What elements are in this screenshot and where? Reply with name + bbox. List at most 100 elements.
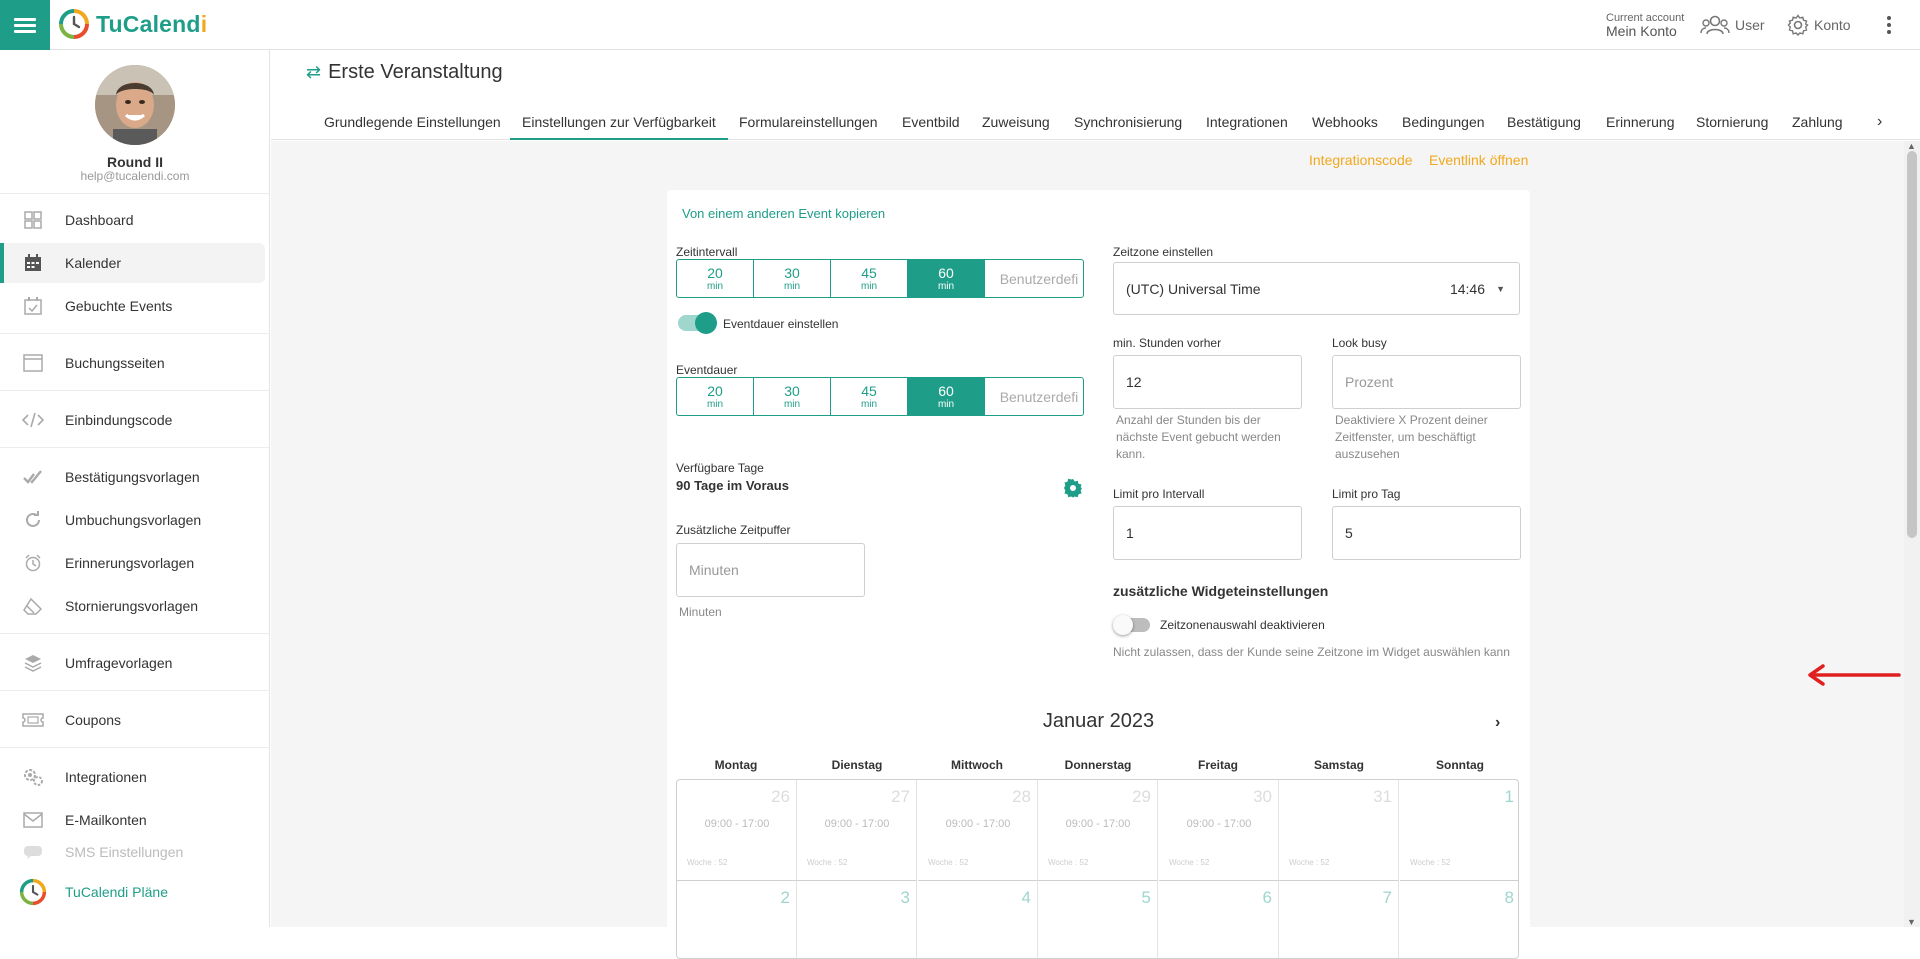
tab-formulareinstellungen[interactable]: Formulareinstellungen	[739, 104, 878, 140]
integrationscode-link[interactable]: Integrationscode	[1309, 152, 1413, 168]
ticket-icon	[21, 713, 44, 727]
calendar-day[interactable]: 7	[1279, 881, 1399, 958]
calendar-day[interactable]: 31 Woche : 52	[1279, 780, 1399, 881]
sidebar-item-label: Kalender	[65, 255, 122, 271]
calendar-day[interactable]: 3	[797, 881, 917, 958]
divider	[0, 633, 270, 634]
zeitintervall-option-60[interactable]: 60 min	[908, 260, 985, 297]
calendar-day[interactable]: 28 09:00 - 17:00 Woche : 52	[918, 780, 1038, 881]
tab-bedingungen[interactable]: Bedingungen	[1402, 104, 1485, 140]
eventlink-open-link[interactable]: Eventlink öffnen	[1429, 152, 1528, 168]
gears-icon	[23, 769, 43, 786]
sidebar-item-einbindungscode[interactable]: Einbindungscode	[0, 400, 265, 440]
sidebar-item-stornierungsvorlagen[interactable]: Stornierungsvorlagen	[0, 586, 265, 626]
tab-zahlung[interactable]: Zahlung	[1792, 104, 1843, 140]
hamburger-icon	[14, 15, 36, 36]
swap-icon[interactable]: ⇄	[306, 62, 321, 83]
calendar-day[interactable]: 1 Woche : 52	[1400, 780, 1518, 881]
chevron-right-icon[interactable]: ›	[1877, 113, 1882, 131]
zeitintervall-option-20[interactable]: 20 min	[677, 260, 754, 297]
sidebar-item-label: Umfragevorlagen	[65, 655, 173, 671]
konto-label: Konto	[1814, 17, 1851, 33]
tab-einstellungen-verfuegbarkeit[interactable]: Einstellungen zur Verfügbarkeit	[510, 104, 728, 140]
zeitzonenauswahl-label: Zeitzonenauswahl deaktivieren	[1160, 618, 1325, 632]
eventdauer-toggle[interactable]	[678, 312, 717, 334]
sidebar-item-erinnerungsvorlagen[interactable]: Erinnerungsvorlagen	[0, 543, 265, 583]
zeitzone-select[interactable]: (UTC) Universal Time 14:46 ▼	[1113, 262, 1520, 315]
page-title: ⇄ Erste Veranstaltung	[306, 61, 503, 84]
weekday-header: Sonntag	[1436, 758, 1484, 772]
sidebar-item-buchungsseiten[interactable]: Buchungsseiten	[0, 343, 265, 383]
sidebar-item-label: TuCalendi Pläne	[65, 884, 168, 900]
calendar-day[interactable]: 8	[1400, 881, 1518, 958]
sidebar-item-dashboard[interactable]: Dashboard	[0, 200, 265, 240]
konto-menu[interactable]: Konto	[1787, 14, 1851, 36]
eventdauer-option-60[interactable]: 60 min	[908, 378, 985, 415]
vertical-scrollbar[interactable]: ▲ ▼	[1904, 141, 1920, 927]
eventdauer-custom-input[interactable]: Benutzerdefi	[985, 378, 1083, 415]
calendar-day[interactable]: 2	[677, 881, 797, 958]
tab-integrationen[interactable]: Integrationen	[1206, 104, 1288, 140]
min-stunden-label: min. Stunden vorher	[1113, 336, 1222, 350]
calendar-day[interactable]: 5	[1038, 881, 1158, 958]
sidebar-item-tucalendi-plaene[interactable]: TuCalendi Pläne	[0, 872, 265, 912]
limit-intervall-input[interactable]: 1	[1113, 506, 1302, 560]
copy-from-event-link[interactable]: Von einem anderen Event kopieren	[682, 206, 885, 221]
tab-erinnerung[interactable]: Erinnerung	[1606, 104, 1675, 140]
tab-grundlegende-einstellungen[interactable]: Grundlegende Einstellungen	[324, 104, 501, 140]
zeitzone-value: (UTC) Universal Time	[1126, 280, 1261, 297]
tucalendi-logo-icon	[59, 9, 89, 39]
look-busy-input[interactable]: Prozent	[1332, 355, 1521, 409]
gear-icon[interactable]	[1063, 478, 1083, 498]
eventdauer-option-30[interactable]: 30 min	[754, 378, 831, 415]
zeitintervall-option-45[interactable]: 45 min	[831, 260, 908, 297]
min-stunden-input[interactable]: 12	[1113, 355, 1302, 409]
scrollbar-thumb[interactable]	[1907, 151, 1917, 538]
sidebar-item-umfragevorlagen[interactable]: Umfragevorlagen	[0, 643, 265, 683]
calendar-day[interactable]: 30 09:00 - 17:00 Woche : 52	[1159, 780, 1279, 881]
calendar-day[interactable]: 26 09:00 - 17:00 Woche : 52	[677, 780, 797, 881]
sidebar-item-e-mailkonten[interactable]: E-Mailkonten	[0, 800, 265, 840]
zeitintervall-custom-input[interactable]: Benutzerdefi	[985, 260, 1083, 297]
chevron-right-icon[interactable]: ›	[1495, 714, 1500, 732]
scroll-up-icon[interactable]: ▲	[1907, 141, 1916, 151]
zeitintervall-option-30[interactable]: 30 min	[754, 260, 831, 297]
eventdauer-option-20[interactable]: 20 min	[677, 378, 754, 415]
tab-eventbild[interactable]: Eventbild	[902, 104, 960, 140]
weekday-header: Mittwoch	[951, 758, 1003, 772]
calendar-day[interactable]: 29 09:00 - 17:00 Woche : 52	[1038, 780, 1158, 881]
eventdauer-option-45[interactable]: 45 min	[831, 378, 908, 415]
account-switcher[interactable]: Current account Mein Konto	[1606, 12, 1684, 38]
tab-stornierung[interactable]: Stornierung	[1696, 104, 1768, 140]
sidebar-item-label: Einbindungscode	[65, 412, 173, 428]
more-vertical-icon[interactable]	[1886, 15, 1892, 35]
sidebar-item-kalender[interactable]: Kalender	[0, 243, 265, 283]
tab-webhooks[interactable]: Webhooks	[1312, 104, 1378, 140]
zeitpuffer-input[interactable]: Minuten	[676, 543, 865, 597]
calendar-day[interactable]: 4	[918, 881, 1038, 958]
avatar[interactable]	[95, 65, 175, 145]
limit-tag-input[interactable]: 5	[1332, 506, 1521, 560]
tab-zuweisung[interactable]: Zuweisung	[982, 104, 1050, 140]
zeitpuffer-help: Minuten	[679, 605, 722, 619]
sidebar-item-umbuchungsvorlagen[interactable]: Umbuchungsvorlagen	[0, 500, 265, 540]
tab-synchronisierung[interactable]: Synchronisierung	[1074, 104, 1182, 140]
gear-icon	[1787, 14, 1809, 36]
zeitzonenauswahl-toggle[interactable]	[1113, 615, 1150, 635]
sidebar-item-label: Stornierungsvorlagen	[65, 598, 199, 614]
user-menu[interactable]: User	[1700, 14, 1765, 36]
sidebar-item-coupons[interactable]: Coupons	[0, 700, 265, 740]
sidebar-item-integrationen[interactable]: Integrationen	[0, 757, 265, 797]
users-icon	[1700, 15, 1730, 35]
sidebar-item-bestaetigungsvorlagen[interactable]: Bestätigungsvorlagen	[0, 457, 265, 497]
calendar-day[interactable]: 27 09:00 - 17:00 Woche : 52	[797, 780, 917, 881]
tab-bestaetigung[interactable]: Bestätigung	[1507, 104, 1581, 140]
hamburger-menu-button[interactable]	[0, 0, 50, 50]
eventdauer-toggle-label: Eventdauer einstellen	[723, 317, 839, 331]
sidebar-item-sms-einstellungen[interactable]: SMS Einstellungen	[0, 836, 265, 868]
sidebar-item-gebuchte-events[interactable]: Gebuchte Events	[0, 286, 265, 326]
scroll-down-icon[interactable]: ▼	[1907, 917, 1916, 927]
logo[interactable]: TuCalendi	[58, 8, 207, 40]
sidebar-item-label: Bestätigungsvorlagen	[65, 469, 200, 485]
calendar-day[interactable]: 6	[1159, 881, 1279, 958]
